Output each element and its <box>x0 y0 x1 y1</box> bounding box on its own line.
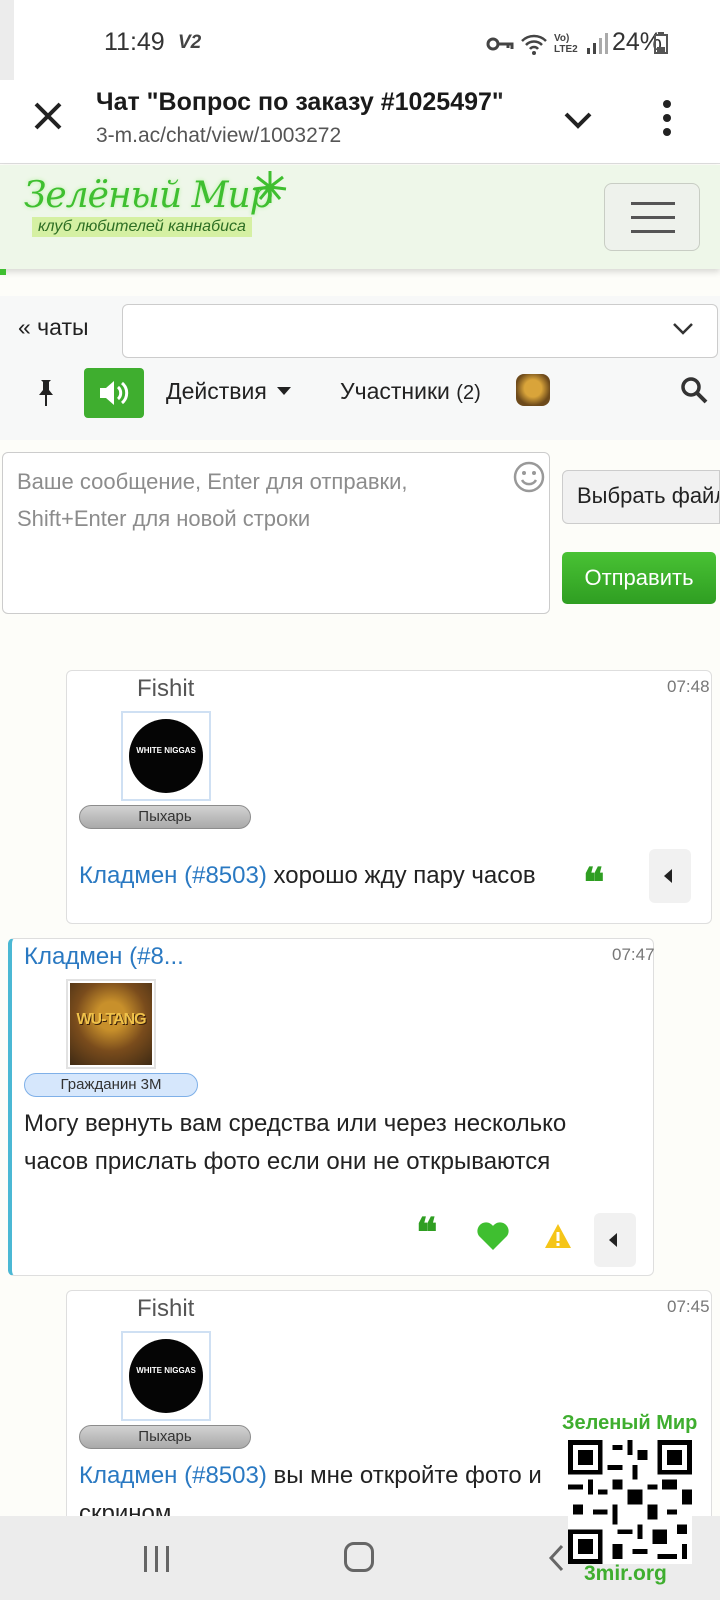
more-vert-icon[interactable] <box>655 98 679 138</box>
mention-link[interactable]: Кладмен (#8503) <box>79 862 267 889</box>
chevron-down-icon <box>673 323 693 335</box>
recent-apps-icon[interactable] <box>144 1546 172 1572</box>
qr-code <box>568 1440 692 1564</box>
mention-link[interactable]: Кладмен (#8503) <box>79 1462 267 1489</box>
chat-controls: « чаты Действия Участники (2) <box>0 296 720 440</box>
message-time: 07:48 <box>667 677 710 696</box>
message-time: 07:45 <box>667 1297 710 1316</box>
battery-icon <box>654 32 668 54</box>
hamburger-icon-line <box>631 216 675 219</box>
site-header: Зелёный Мир клуб любителей каннабиса <box>0 165 720 269</box>
avatar-image: WU-TANG <box>70 983 152 1065</box>
page-progress <box>0 269 6 275</box>
message-author[interactable]: Fishit <box>137 675 194 703</box>
quote-icon[interactable]: ❝ <box>583 863 605 903</box>
avatar-image: WHITE NIGGAS <box>129 719 203 793</box>
participants-button[interactable]: Участники (2) <box>340 378 481 405</box>
message-text: Могу вернуть вам средства или через неск… <box>24 1110 567 1175</box>
pin-icon[interactable] <box>34 378 58 408</box>
leaf-icon <box>253 171 287 203</box>
wifi-icon <box>521 34 547 55</box>
user-rank-badge: Пыхарь <box>79 805 251 829</box>
sound-toggle-button[interactable] <box>84 368 144 418</box>
status-icons: Vo) LTE2 <box>486 30 608 58</box>
warning-icon[interactable] <box>544 1223 572 1249</box>
chat-select[interactable] <box>122 304 718 358</box>
home-icon[interactable] <box>344 1542 374 1572</box>
message-author[interactable]: Fishit <box>137 1295 194 1323</box>
avatar[interactable]: WU-TANG <box>66 979 156 1069</box>
message-menu-button[interactable] <box>649 849 691 903</box>
actions-dropdown[interactable]: Действия <box>166 378 291 405</box>
watermark-url: 3mir.org <box>584 1562 667 1585</box>
actions-label: Действия <box>166 378 267 404</box>
heart-icon[interactable] <box>476 1221 510 1251</box>
message-body: хорошо жду пару часов <box>266 862 536 889</box>
status-bar: 11:49 V2 Vo) LTE2 24% <box>0 0 720 80</box>
send-button[interactable]: Отправить <box>562 552 716 604</box>
avatar-image: WHITE NIGGAS <box>129 1339 203 1413</box>
user-rank-badge: Пыхарь <box>79 1425 251 1449</box>
participant-avatar[interactable] <box>516 374 550 406</box>
participants-count: (2) <box>456 382 481 404</box>
message-text: Кладмен (#8503) хорошо жду пару часов <box>79 857 559 895</box>
caret-down-icon <box>276 387 291 395</box>
back-icon[interactable] <box>548 1544 566 1572</box>
logo-subtitle: клуб любителей каннабиса <box>32 217 252 237</box>
watermark-title: Зеленый Мир <box>562 1412 698 1434</box>
choose-file-button[interactable]: Выбрать файл <box>562 470 720 524</box>
browser-toolbar: Чат "Вопрос по заказу #1025497" 3-m.ac/c… <box>0 80 720 164</box>
quote-icon[interactable]: ❝ <box>416 1213 438 1253</box>
chat-message: Fishit 07:48 WHITE NIGGAS Пыхарь Кладмен… <box>66 670 712 924</box>
chat-message: Кладмен (#8... 07:47 WU-TANG Гражданин 3… <box>8 938 655 1276</box>
avatar[interactable]: WHITE NIGGAS <box>121 1331 211 1421</box>
page-url[interactable]: 3-m.ac/chat/view/1003272 <box>96 124 341 148</box>
user-rank-badge: Гражданин 3М <box>24 1073 198 1097</box>
close-icon[interactable] <box>28 96 68 136</box>
avatar[interactable]: WHITE NIGGAS <box>121 711 211 801</box>
search-icon[interactable] <box>680 376 708 404</box>
network-tag: V2 <box>178 32 202 53</box>
chevron-down-icon[interactable] <box>560 102 596 138</box>
status-time: 11:49 <box>104 28 165 56</box>
logo-title[interactable]: Зелёный Мир <box>24 175 273 216</box>
volte-label: Vo) LTE2 <box>554 33 578 55</box>
emoji-icon[interactable] <box>512 460 546 494</box>
signal-icon <box>587 33 608 54</box>
avatar-text: WU-TANG <box>76 1011 146 1028</box>
vpn-key-icon <box>486 37 514 51</box>
back-to-chats-link[interactable]: « чаты <box>18 314 89 341</box>
menu-button[interactable] <box>604 183 700 251</box>
message-input[interactable]: Ваше сообщение, Enter для отправки, Shif… <box>2 452 550 614</box>
hamburger-icon-line <box>631 230 675 233</box>
page-title: Чат "Вопрос по заказу #1025497" <box>96 88 504 116</box>
volume-icon <box>100 381 129 405</box>
message-input-placeholder: Ваше сообщение, Enter для отправки, Shif… <box>17 469 408 531</box>
hamburger-icon <box>631 202 675 205</box>
participants-label: Участники <box>340 378 450 404</box>
message-menu-button[interactable] <box>594 1213 636 1267</box>
message-time: 07:47 <box>612 945 655 964</box>
message-author[interactable]: Кладмен (#8... <box>24 943 184 971</box>
